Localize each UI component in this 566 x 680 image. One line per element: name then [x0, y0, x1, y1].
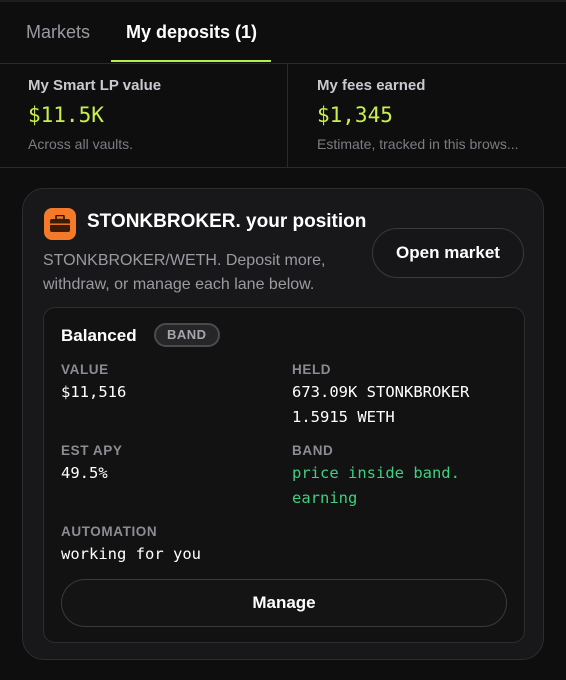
manage-button[interactable]: Manage: [61, 579, 507, 627]
apy-value: 49.5%: [61, 464, 108, 482]
tab-my-deposits[interactable]: My deposits (1): [126, 22, 257, 43]
lane-type-badge: BAND: [154, 323, 220, 347]
fees-amount: $1,345: [317, 103, 393, 127]
fees-stat: My fees earned $1,345 Estimate, tracked …: [289, 64, 566, 168]
lp-value-stat: My Smart LP value $11.5K Across all vaul…: [0, 64, 288, 168]
active-tab-indicator: [111, 60, 271, 62]
tab-bar: Markets My deposits (1): [0, 0, 566, 64]
band-status-line-1: price inside band.: [292, 464, 460, 482]
position-description: STONKBROKER/WETH. Deposit more, withdraw…: [43, 252, 326, 293]
fees-caption: Estimate, tracked in this brows...: [317, 136, 519, 152]
value-label: VALUE: [61, 362, 109, 377]
automation-status: working for you: [61, 545, 201, 563]
lp-value-caption: Across all vaults.: [28, 136, 134, 152]
band-status-line-2: earning: [292, 489, 358, 507]
held-token-amount: 673.09K STONKBROKER: [292, 383, 470, 401]
fees-label: My fees earned: [317, 77, 426, 94]
held-weth-amount: 1.5915 WETH: [292, 408, 395, 426]
lp-value-amount: $11.5K: [28, 103, 104, 127]
briefcase-icon: [44, 208, 76, 240]
position-title: STONKBROKER. your position: [87, 211, 367, 232]
lp-value-label: My Smart LP value: [28, 77, 162, 94]
band-label: BAND: [292, 443, 334, 458]
tab-markets[interactable]: Markets: [26, 22, 90, 43]
value-amount: $11,516: [61, 383, 127, 401]
held-label: HELD: [292, 362, 332, 377]
lane-name: Balanced: [61, 326, 137, 345]
apy-label: EST APY: [61, 443, 123, 458]
open-market-button[interactable]: Open market: [372, 228, 524, 278]
position-card: STONKBROKER. your position STONKBROKER/W…: [22, 188, 544, 660]
lane-panel: Balanced BAND VALUE $11,516 HELD 673.09K…: [43, 307, 525, 643]
stats-row: My Smart LP value $11.5K Across all vaul…: [0, 64, 566, 168]
automation-label: AUTOMATION: [61, 524, 158, 539]
